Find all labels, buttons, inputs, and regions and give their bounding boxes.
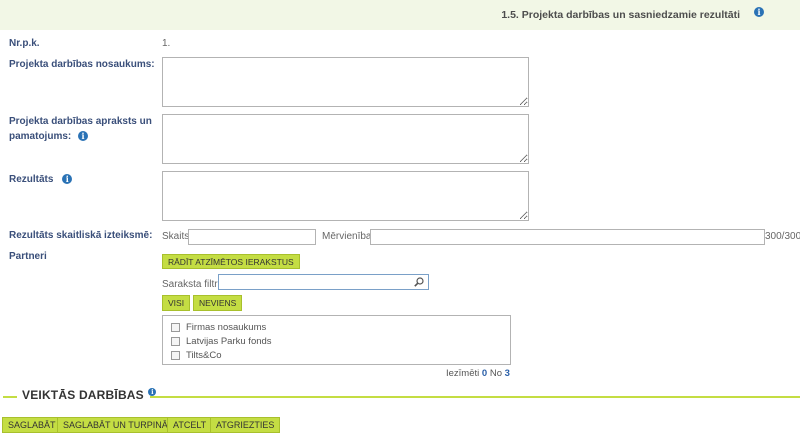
section-divider bbox=[150, 396, 800, 398]
checkbox[interactable] bbox=[171, 323, 180, 332]
checkbox[interactable] bbox=[171, 351, 180, 360]
save-button[interactable]: SAGLABĀT bbox=[2, 417, 62, 433]
count-label: Skaits bbox=[162, 231, 190, 242]
char-counter: 300/300 bbox=[765, 231, 800, 242]
partner-name: Latvijas Parku fonds bbox=[186, 336, 272, 347]
unit-label: Mērvienība bbox=[322, 231, 372, 242]
show-selected-button[interactable]: RĀDĪT ATZĪMĒTOS IERAKSTUS bbox=[162, 254, 300, 269]
partners-list: Firmas nosaukums Latvijas Parku fonds Ti… bbox=[162, 315, 511, 365]
select-all-button[interactable]: VISI bbox=[162, 295, 191, 311]
activity-name-label: Projekta darbības nosaukums: bbox=[9, 59, 155, 70]
section-title: 1.5. Projekta darbības un sasniedzamie r… bbox=[501, 9, 740, 21]
info-icon[interactable]: i bbox=[148, 388, 157, 396]
activity-description-textarea[interactable] bbox=[162, 114, 529, 164]
section-header: 1.5. Projekta darbības un sasniedzamie r… bbox=[0, 0, 800, 30]
selection-counter: Iezīmēti 0 No 3 bbox=[446, 368, 510, 379]
nr-value: 1. bbox=[162, 38, 171, 49]
of-label: No bbox=[489, 368, 502, 379]
actions-section-title: VEIKTĀS DARBĪBAS i bbox=[22, 388, 157, 402]
select-none-button[interactable]: NEVIENS bbox=[193, 295, 243, 311]
list-item[interactable]: Tilts&Co bbox=[171, 349, 222, 362]
selected-count: 0 bbox=[481, 368, 488, 379]
checkbox[interactable] bbox=[171, 337, 180, 346]
info-icon[interactable]: i bbox=[754, 7, 764, 17]
result-textarea[interactable] bbox=[162, 171, 529, 221]
list-item[interactable]: Latvijas Parku fonds bbox=[171, 335, 272, 348]
cancel-button[interactable]: ATCELT bbox=[167, 417, 213, 433]
list-item[interactable]: Firmas nosaukums bbox=[171, 321, 266, 334]
info-icon[interactable]: i bbox=[78, 131, 89, 141]
actions-title-text: VEIKTĀS DARBĪBAS bbox=[22, 388, 144, 402]
activity-name-textarea[interactable] bbox=[162, 57, 529, 107]
search-icon[interactable] bbox=[414, 277, 424, 287]
back-button[interactable]: ATGRIEZTIES bbox=[210, 417, 281, 433]
info-icon[interactable]: i bbox=[62, 174, 73, 184]
nr-label: Nr.p.k. bbox=[9, 38, 40, 49]
partner-name: Tilts&Co bbox=[186, 350, 222, 361]
list-filter-input[interactable] bbox=[218, 274, 429, 290]
unit-input[interactable] bbox=[370, 229, 765, 245]
activity-description-label: Projekta darbības apraksts un pamatojums… bbox=[9, 114, 152, 144]
result-label: Rezultāts bbox=[9, 174, 54, 185]
result-label-wrap: Rezultāts i bbox=[9, 172, 73, 187]
save-continue-button[interactable]: SAGLABĀT UN TURPINĀT bbox=[57, 417, 180, 433]
total-count: 3 bbox=[504, 368, 510, 379]
selected-label: Iezīmēti bbox=[446, 368, 480, 379]
activity-description-label-line2: pamatojums: bbox=[9, 131, 72, 142]
activity-description-label-line1: Projekta darbības apraksts un bbox=[9, 116, 152, 127]
partners-label: Partneri bbox=[9, 251, 47, 262]
list-filter-label: Saraksta filtrs bbox=[162, 279, 223, 290]
section-divider bbox=[3, 396, 17, 398]
partner-name: Firmas nosaukums bbox=[186, 322, 267, 333]
numeric-result-label: Rezultāts skaitliskā izteiksmē: bbox=[9, 230, 153, 241]
count-input[interactable] bbox=[188, 229, 316, 245]
